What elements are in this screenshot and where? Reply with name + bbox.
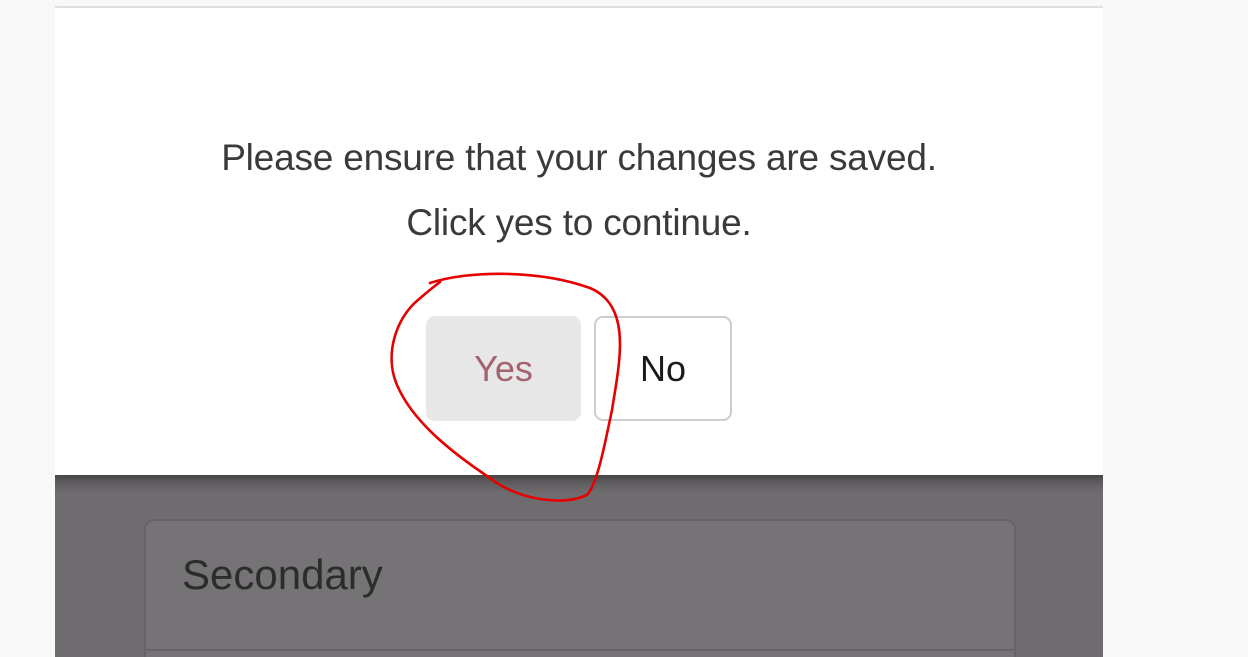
no-button[interactable]: No (594, 316, 732, 421)
panel-title: Secondary (182, 551, 383, 598)
secondary-panel: Secondary (144, 519, 1016, 657)
dialog-message-line2: Click yes to continue. (406, 202, 752, 243)
yes-button[interactable]: Yes (426, 316, 581, 421)
panel-divider (146, 649, 1014, 651)
confirm-dialog: Please ensure that your changes are save… (55, 8, 1103, 475)
page: { "dialog": { "message_line1": "Please e… (0, 0, 1248, 657)
modal-backdrop[interactable]: Secondary (55, 475, 1103, 657)
dialog-message-line1: Please ensure that your changes are save… (221, 137, 937, 178)
backdrop-shadow (55, 475, 1103, 493)
app-viewport: Please ensure that your changes are save… (55, 0, 1103, 657)
